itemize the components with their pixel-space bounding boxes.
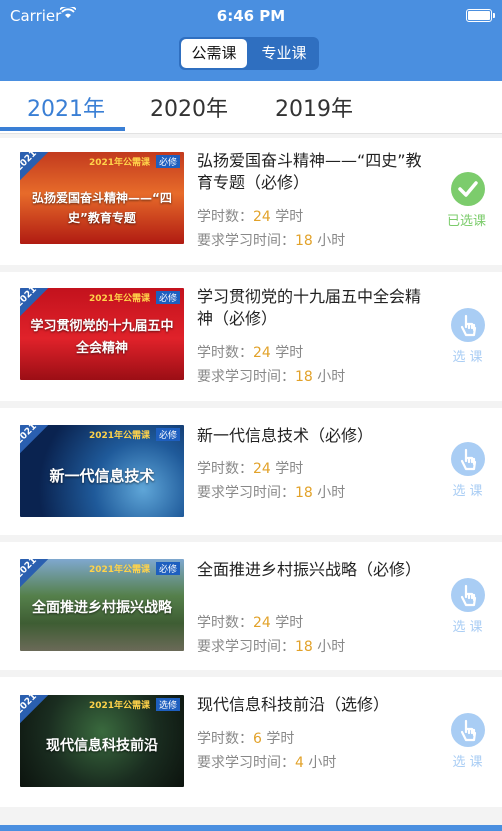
select-course-button[interactable]: 选课 (449, 308, 487, 365)
hand-pointer-icon (451, 442, 485, 476)
course-thumbnail: 2021 2021年公需课 必修 弘扬爱国奋斗精神——“四史”教育专题 (20, 152, 184, 244)
course-card[interactable]: 2021 2021年公需课 选修 现代信息科技前沿 现代信息科技前沿（选修） 学时… (0, 677, 502, 807)
course-hours: 学时数：24 学时 (197, 461, 304, 477)
course-required-time: 要求学习时间：18 小时 (197, 233, 346, 249)
course-title: 弘扬爱国奋斗精神——“四史”教育专题（必修） (197, 151, 422, 192)
course-thumbnail: 2021 2021年公需课 必修 学习贯彻党的十九届五中全会精神 (20, 288, 184, 380)
tab-2021[interactable]: 2021年 (27, 91, 105, 123)
bottom-bar (0, 825, 502, 831)
course-title: 学习贯彻党的十九届五中全会精神（必修） (197, 287, 422, 328)
active-tab-indicator (0, 127, 125, 131)
hand-pointer-icon (451, 308, 485, 342)
status-bar: Carrier 6:46 PM (0, 0, 502, 30)
course-title: 新一代信息技术（必修） (197, 426, 374, 445)
course-required-time: 要求学习时间：18 小时 (197, 639, 346, 655)
course-thumbnail: 2021 2021年公需课 选修 现代信息科技前沿 (20, 695, 184, 787)
check-icon (451, 172, 485, 206)
segment-professional-course[interactable]: 专业课 (251, 39, 317, 68)
hand-pointer-icon (451, 578, 485, 612)
course-card[interactable]: 2021 2021年公需课 必修 弘扬爱国奋斗精神——“四史”教育专题 弘扬爱国奋… (0, 138, 502, 265)
header: Carrier 6:46 PM 公需课 专业课 (0, 0, 502, 81)
course-hours: 学时数：24 学时 (197, 615, 304, 631)
course-hours: 学时数：24 学时 (197, 345, 304, 361)
course-type-segment: 公需课 专业课 (179, 37, 319, 70)
course-required-time: 要求学习时间：4 小时 (197, 755, 337, 771)
select-course-button[interactable]: 选课 (449, 578, 487, 635)
course-required-time: 要求学习时间：18 小时 (197, 485, 346, 501)
hand-pointer-icon (451, 713, 485, 747)
selected-status: 已选课 (447, 172, 487, 229)
tab-2020[interactable]: 2020年 (150, 91, 228, 123)
course-card[interactable]: 2021 2021年公需课 必修 新一代信息技术 新一代信息技术（必修） 学时数：… (0, 408, 502, 535)
course-hours: 学时数：24 学时 (197, 209, 304, 225)
course-card[interactable]: 2021 2021年公需课 必修 学习贯彻党的十九届五中全会精神 学习贯彻党的十九… (0, 272, 502, 401)
clock: 6:46 PM (216, 7, 286, 25)
select-course-button[interactable]: 选课 (449, 713, 487, 770)
course-title: 全面推进乡村振兴战略（必修） (197, 560, 422, 579)
select-course-button[interactable]: 选课 (449, 442, 487, 499)
tab-2019[interactable]: 2019年 (275, 91, 353, 123)
segment-public-course[interactable]: 公需课 (181, 39, 247, 68)
battery-icon (466, 9, 495, 22)
course-card[interactable]: 2021 2021年公需课 必修 全面推进乡村振兴战略 全面推进乡村振兴战略（必修… (0, 542, 502, 670)
course-required-time: 要求学习时间：18 小时 (197, 369, 346, 385)
course-thumbnail: 2021 2021年公需课 必修 全面推进乡村振兴战略 (20, 559, 184, 651)
course-thumbnail: 2021 2021年公需课 必修 新一代信息技术 (20, 425, 184, 517)
course-title: 现代信息科技前沿（选修） (197, 695, 390, 714)
course-hours: 学时数：6 学时 (197, 731, 295, 747)
